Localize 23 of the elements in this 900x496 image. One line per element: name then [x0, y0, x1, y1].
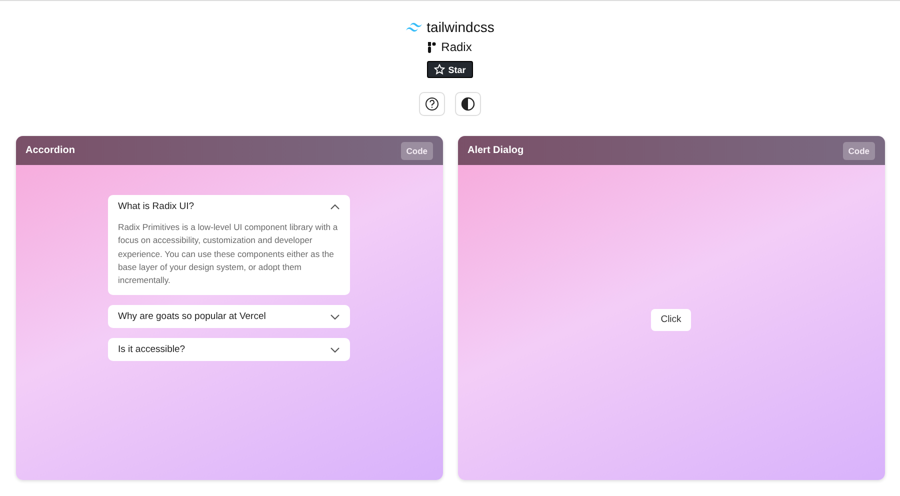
- star-icon: [434, 64, 446, 75]
- answer-text: Radix Primitives is a low-level UI component library with a focus on accessibility, customization and developer experience. You can use these components either as the base layer of your design system, or adopt them incrementally.: [117, 221, 339, 288]
- radix-icon: [428, 42, 436, 52]
- question-text: Why are goats so popular at Vercel: [118, 311, 266, 322]
- question-text: What is Radix UI?: [118, 201, 194, 212]
- chevron-down-icon: [330, 314, 340, 320]
- star-button[interactable]: Star: [427, 61, 473, 78]
- card-title: Accordion: [26, 145, 75, 156]
- card-title: Alert Dialog: [468, 145, 524, 156]
- brand-name[interactable]: tailwindcss: [426, 19, 494, 35]
- question-icon: [425, 97, 439, 111]
- chevron-up-icon: [330, 204, 340, 210]
- library-name[interactable]: Radix: [441, 40, 472, 54]
- accordion-trigger[interactable]: What is Radix UI?: [108, 195, 350, 218]
- question-text: Is it accessible?: [118, 344, 186, 356]
- click-button[interactable]: Click: [650, 308, 692, 330]
- chevron-down-icon: [330, 346, 340, 353]
- accordion-trigger[interactable]: Why are goats so popular at Vercel: [108, 305, 350, 328]
- accordion-trigger[interactable]: Is it accessible?: [108, 338, 350, 362]
- contrast-icon: [461, 97, 475, 111]
- wave-icon: [406, 22, 422, 32]
- help-button[interactable]: [419, 92, 445, 116]
- theme-toggle-button[interactable]: [455, 92, 481, 116]
